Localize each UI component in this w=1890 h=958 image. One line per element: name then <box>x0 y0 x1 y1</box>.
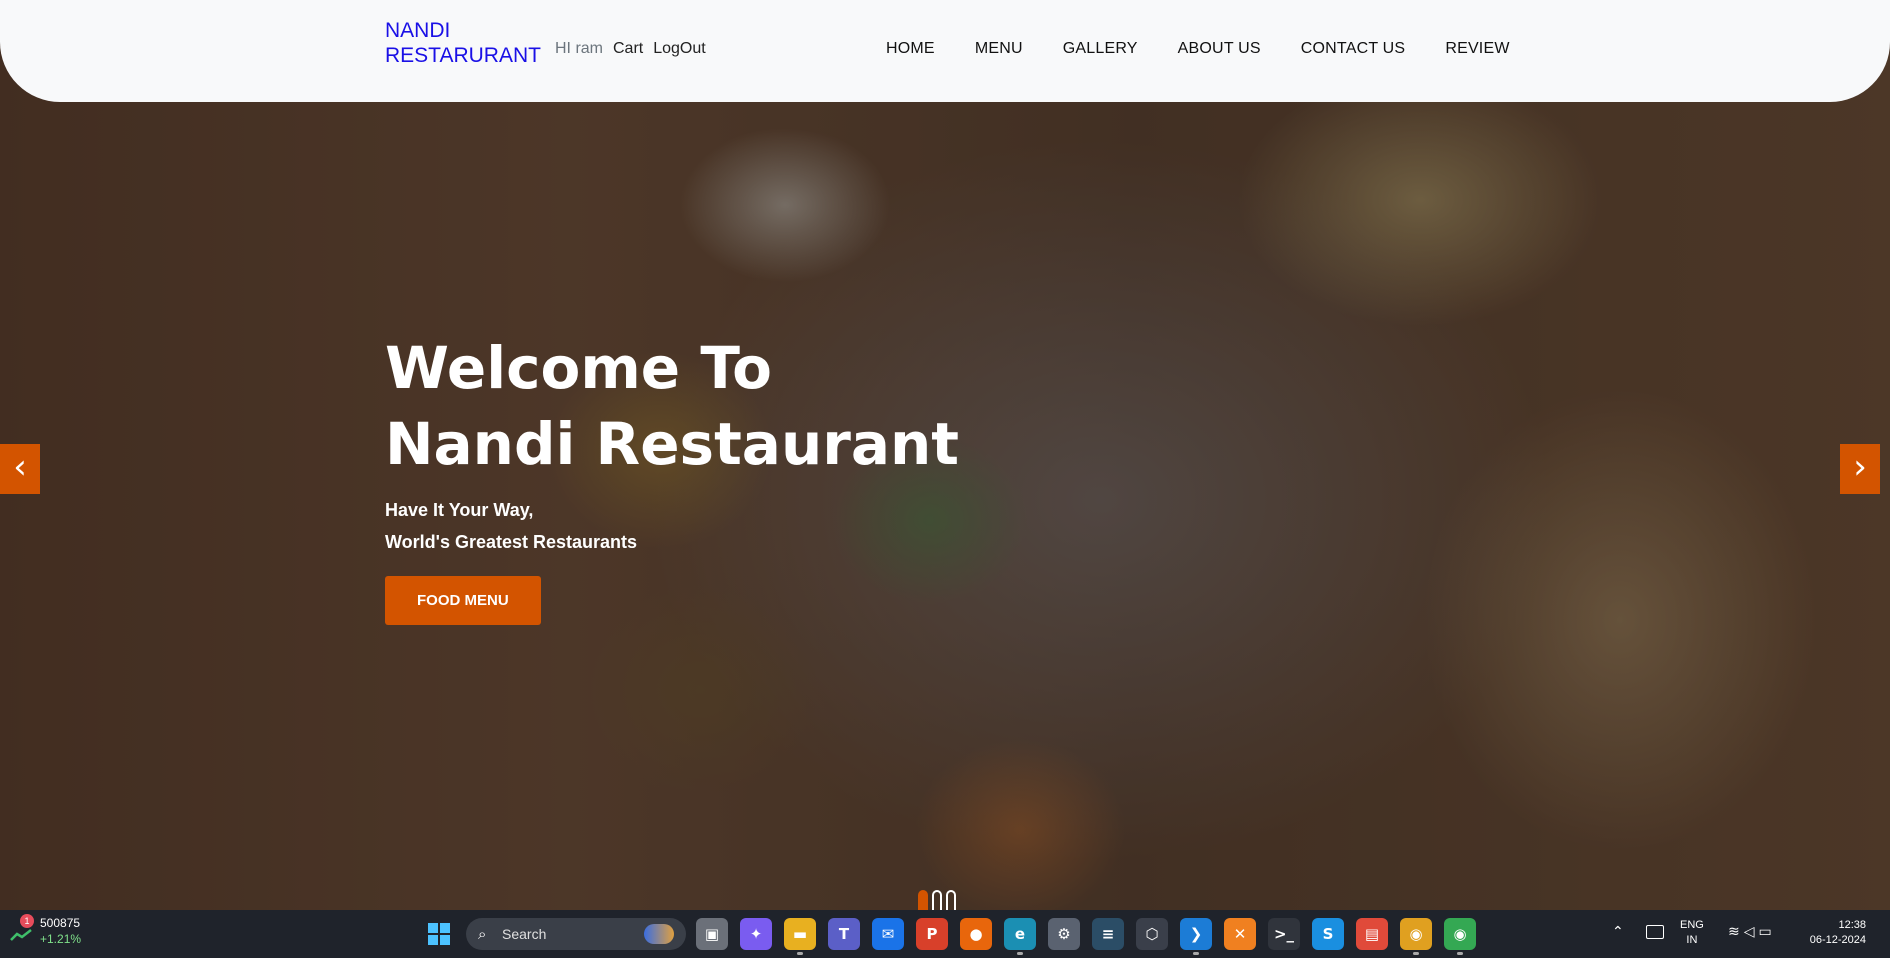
file-explorer-icon[interactable]: ▬ <box>784 918 816 955</box>
clock-date: 06-12-2024 <box>1809 934 1866 946</box>
wps-icon[interactable]: P <box>916 918 948 950</box>
brand-line-2: RESTARURANT <box>385 44 541 67</box>
hero-title-line-1: Welcome To <box>385 334 773 402</box>
hero-subtitle-line-2: World's Greatest Restaurants <box>385 532 638 552</box>
app-hex-icon[interactable]: ⬡ <box>1136 918 1168 950</box>
clock-time: 12:38 <box>1838 919 1866 931</box>
brand-line-1: NANDI <box>385 19 451 42</box>
hero-caption: Welcome To Nandi Restaurant Have It Your… <box>385 330 959 625</box>
carousel-next-button[interactable]: › <box>1840 444 1880 494</box>
user-greeting: HI ram <box>555 40 603 57</box>
teams-icon[interactable]: T <box>828 918 860 950</box>
carousel-indicator-3[interactable] <box>946 890 956 910</box>
chevron-up-icon[interactable]: ⌃ <box>1612 924 1624 940</box>
brand-logo[interactable]: NANDI RESTARURANT <box>385 18 541 68</box>
nav-about-us[interactable]: ABOUT US <box>1178 40 1261 58</box>
search-highlight-icon <box>644 924 674 944</box>
document-app-icon[interactable]: ▤ <box>1356 918 1388 950</box>
language-indicator[interactable]: ENG IN <box>1680 918 1704 948</box>
nav-review[interactable]: REVIEW <box>1445 40 1509 58</box>
chevron-right-icon: › <box>1853 447 1867 487</box>
stock-chart-icon <box>10 929 32 941</box>
edge-icon[interactable]: e <box>1004 918 1036 955</box>
hero-title-line-2: Nandi Restaurant <box>385 410 959 478</box>
logout-link[interactable]: LogOut <box>653 40 705 58</box>
mail-icon[interactable]: ✉ <box>872 918 904 950</box>
chrome-profile-icon[interactable]: ◉ <box>1444 918 1476 955</box>
xampp-icon[interactable]: ✕ <box>1224 918 1256 950</box>
cart-link[interactable]: Cart <box>613 40 643 58</box>
nav-gallery[interactable]: GALLERY <box>1063 40 1138 58</box>
carousel-prev-button[interactable]: ‹ <box>0 444 40 494</box>
lang-code: ENG <box>1680 919 1704 931</box>
nav-contact-us[interactable]: CONTACT US <box>1301 40 1406 58</box>
carousel-indicator-2[interactable] <box>932 890 942 910</box>
mysql-icon[interactable]: ≡ <box>1092 918 1124 950</box>
carousel-indicator-1[interactable] <box>918 890 928 910</box>
windows-taskbar: 1 500875 +1.21% ⌕ Search ▣ ✦ ▬ T ✉ P ● e ⚙ ≡ ⬡ ❯ ✕ >_… <box>0 910 1890 958</box>
lang-region: IN <box>1686 934 1698 946</box>
chrome-icon[interactable]: ◉ <box>1400 918 1432 955</box>
chevron-left-icon: ‹ <box>13 447 27 487</box>
clock[interactable]: 12:38 06-12-2024 <box>1800 918 1866 948</box>
stock-change: +1.21% <box>40 932 82 946</box>
taskbar-search[interactable]: ⌕ Search <box>466 918 686 950</box>
network-volume-battery-icons[interactable]: ≋◁▭ <box>1728 924 1776 940</box>
hero-subtitle: Have It Your Way, World's Greatest Resta… <box>385 494 959 558</box>
skype-icon[interactable]: S <box>1312 918 1344 950</box>
top-navbar: NANDI RESTARURANT HI ram Cart LogOut HOM… <box>0 0 1890 102</box>
hero-title: Welcome To Nandi Restaurant <box>385 330 959 482</box>
task-view-icon[interactable]: ▣ <box>696 918 728 950</box>
search-icon: ⌕ <box>478 925 487 943</box>
nav-home[interactable]: HOME <box>886 40 935 58</box>
notification-badge: 1 <box>20 914 34 928</box>
nav-menu[interactable]: MENU <box>975 40 1023 58</box>
vscode-icon[interactable]: ❯ <box>1180 918 1212 955</box>
settings-icon[interactable]: ⚙ <box>1048 918 1080 950</box>
carousel-indicators <box>918 890 956 910</box>
main-nav: HOME MENU GALLERY ABOUT US CONTACT US RE… <box>886 40 1550 58</box>
copilot-icon[interactable]: ✦ <box>740 918 772 950</box>
hero-subtitle-line-1: Have It Your Way, <box>385 500 534 520</box>
search-placeholder: Search <box>502 926 547 942</box>
terminal-icon[interactable]: >_ <box>1268 918 1300 950</box>
food-menu-button[interactable]: FOOD MENU <box>385 576 541 625</box>
stock-value: 500875 <box>40 916 81 930</box>
windows-start-icon[interactable] <box>428 923 450 945</box>
pinned-apps: ▣ ✦ ▬ T ✉ P ● e ⚙ ≡ ⬡ ❯ ✕ >_ S ▤ ◉ ◉ <box>696 918 1488 955</box>
keyboard-icon[interactable] <box>1646 925 1664 939</box>
user-links: HI ram Cart LogOut <box>555 40 716 58</box>
firefox-icon[interactable]: ● <box>960 918 992 950</box>
